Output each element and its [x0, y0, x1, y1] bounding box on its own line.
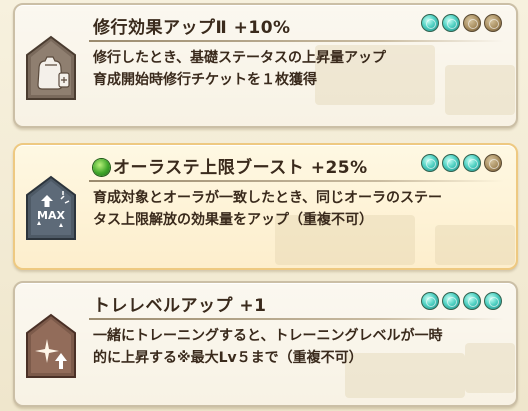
bag-icon: [25, 35, 77, 101]
orb-filled-icon: [463, 292, 481, 310]
skill-list: 修行効果アップⅡ +10% 修行したとき、基礎ステータスの上昇量アップ 育成開始…: [0, 0, 528, 411]
orb-empty-icon: [484, 14, 502, 32]
divider: [89, 318, 504, 320]
max-boost-icon: [25, 175, 77, 241]
skill-level-orbs: [421, 14, 502, 32]
skill-title: 修行効果アップⅡ +10%: [93, 18, 291, 38]
skill-level-orbs: [421, 292, 502, 310]
skill-card-aura-boost[interactable]: MAX オーラステ上限ブースト +25% 育成対象とオーラが一致したとき、同じオ…: [13, 143, 518, 270]
orb-filled-icon: [484, 292, 502, 310]
orb-empty-icon: [484, 154, 502, 172]
orb-filled-icon: [463, 154, 481, 172]
orb-filled-icon: [421, 292, 439, 310]
skill-card-training-effect[interactable]: 修行効果アップⅡ +10% 修行したとき、基礎ステータスの上昇量アップ 育成開始…: [13, 3, 518, 128]
skill-title: オーラステ上限ブースト +25%: [93, 153, 368, 178]
divider: [89, 180, 504, 182]
skill-description: 育成対象とオーラが一致したとき、同じオーラのステー タス上限解放の効果量をアップ…: [93, 190, 443, 228]
orb-filled-icon: [442, 292, 460, 310]
orb-filled-icon: [442, 154, 460, 172]
skill-description: 修行したとき、基礎ステータスの上昇量アップ 育成開始時修行チケットを１枚獲得: [93, 50, 387, 88]
divider: [89, 40, 504, 42]
card-bg-pattern: [435, 225, 515, 265]
orb-filled-icon: [421, 154, 439, 172]
max-label: MAX: [37, 209, 65, 222]
skill-title: トレレベルアップ +1: [93, 296, 267, 316]
orb-filled-icon: [421, 14, 439, 32]
skill-level-orbs: [421, 154, 502, 172]
skill-card-training-level[interactable]: トレレベルアップ +1 一緒にトレーニングすると、トレーニングレベルが一時 的に…: [13, 281, 518, 407]
orb-empty-icon: [463, 14, 481, 32]
skill-description: 一緒にトレーニングすると、トレーニングレベルが一時 的に上昇する※最大Lv５まで…: [93, 328, 443, 366]
orb-filled-icon: [442, 14, 460, 32]
training-level-up-icon: [25, 313, 77, 379]
aura-gem-icon: [93, 159, 110, 176]
